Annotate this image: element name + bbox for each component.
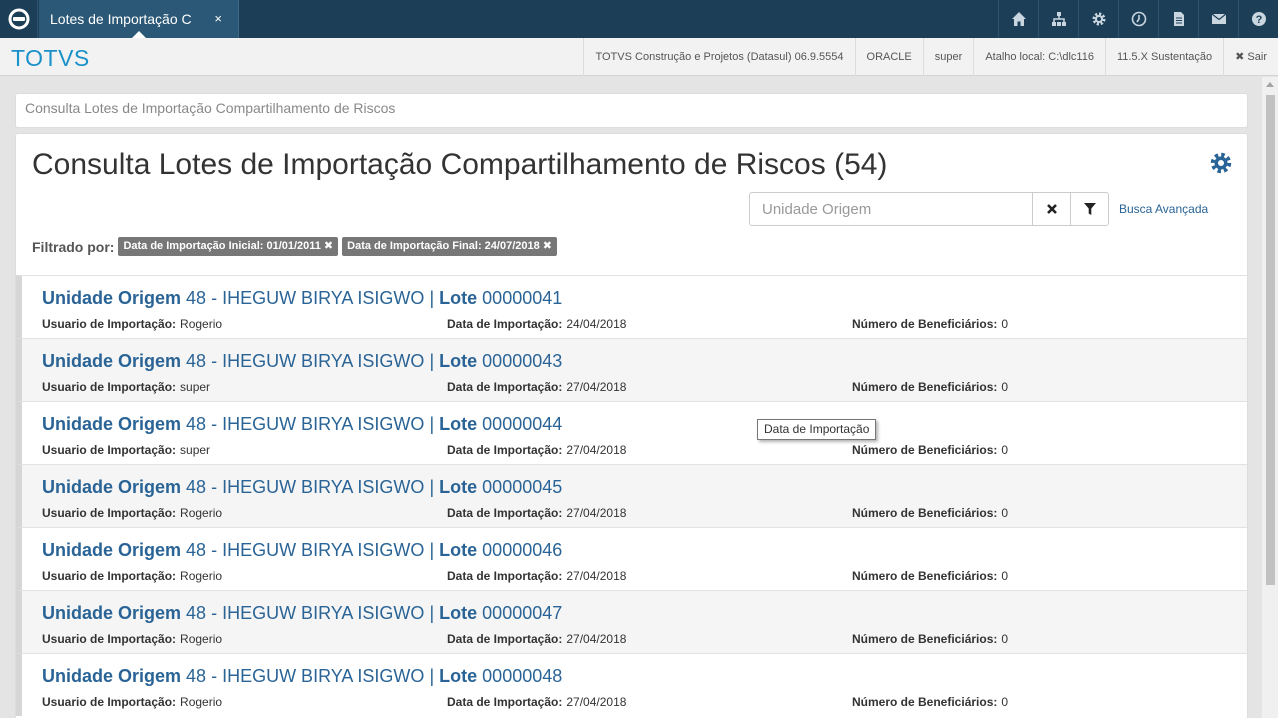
filtered-label: Filtrado por: (32, 238, 115, 255)
usuario-field: Usuario de Importação: Rogerio (42, 317, 223, 331)
data-field: Data de Importação: 27/04/2018 (447, 695, 627, 709)
page-title: Consulta Lotes de Importação Compartilha… (32, 148, 888, 181)
totvs-logo-icon[interactable] (0, 0, 38, 38)
user-name: super (922, 38, 974, 76)
list-item[interactable]: Unidade Origem 48 - IHEGUW BIRYA ISIGWO … (16, 401, 1247, 464)
list-item[interactable]: Unidade Origem 48 - IHEGUW BIRYA ISIGWO … (16, 590, 1247, 653)
scroll-up-arrow-icon[interactable] (1266, 82, 1274, 87)
vertical-scrollbar[interactable] (1262, 77, 1278, 718)
settings-icon[interactable] (1078, 0, 1118, 38)
filter-button[interactable] (1070, 193, 1108, 225)
beneficiarios-field: Número de Beneficiários: 0 (852, 506, 1009, 520)
data-field: Data de Importação: 27/04/2018 (447, 443, 627, 457)
search-input[interactable] (750, 193, 1032, 225)
home-icon[interactable] (998, 0, 1038, 38)
lot-title-link[interactable]: Unidade Origem 48 - IHEGUW BIRYA ISIGWO … (42, 351, 562, 372)
lot-title-link[interactable]: Unidade Origem 48 - IHEGUW BIRYA ISIGWO … (42, 414, 562, 435)
list-item[interactable]: Unidade Origem 48 - IHEGUW BIRYA ISIGWO … (16, 338, 1247, 401)
search-box (749, 192, 1109, 226)
filter-chip-end-date[interactable]: Data de Importação Final: 24/07/2018 ✖ (342, 237, 557, 256)
advanced-search-link[interactable]: Busca Avançada (1119, 202, 1208, 216)
main-panel: Consulta Lotes de Importação Compartilha… (15, 133, 1248, 718)
filter-bar: Filtrado por: Data de Importação Inicial… (32, 237, 561, 256)
document-icon[interactable] (1158, 0, 1198, 38)
data-field: Data de Importação: 27/04/2018 (447, 569, 627, 583)
help-icon[interactable]: ? (1238, 0, 1278, 38)
lot-title-link[interactable]: Unidade Origem 48 - IHEGUW BIRYA ISIGWO … (42, 288, 562, 309)
list-item[interactable]: Unidade Origem 48 - IHEGUW BIRYA ISIGWO … (16, 275, 1247, 338)
close-icon (1046, 204, 1057, 214)
beneficiarios-field: Número de Beneficiários: 0 (852, 569, 1009, 583)
beneficiarios-field: Número de Beneficiários: 0 (852, 632, 1009, 646)
usuario-field: Usuario de Importação: Rogerio (42, 695, 223, 709)
svg-text:?: ? (1255, 14, 1262, 26)
list-item[interactable]: Unidade Origem 48 - IHEGUW BIRYA ISIGWO … (16, 464, 1247, 527)
filter-chip-start-date[interactable]: Data de Importação Inicial: 01/01/2011 ✖ (118, 237, 339, 256)
data-field: Data de Importação: 27/04/2018 (447, 380, 627, 394)
lot-title-link[interactable]: Unidade Origem 48 - IHEGUW BIRYA ISIGWO … (42, 477, 562, 498)
clear-search-button[interactable] (1032, 193, 1070, 225)
scroll-thumb[interactable] (1266, 95, 1275, 585)
usuario-field: Usuario de Importação: Rogerio (42, 506, 223, 520)
filter-icon (1083, 202, 1096, 215)
brand-logo: TOTVS (11, 45, 90, 71)
local-shortcut: Atalho local: C:\dlc116 (973, 38, 1105, 76)
data-field: Data de Importação: 27/04/2018 (447, 632, 627, 646)
tab-close-icon[interactable]: × (214, 0, 222, 38)
tooltip: Data de Importação (757, 419, 877, 440)
remove-filter-icon[interactable]: ✖ (324, 240, 333, 252)
list-item[interactable]: Unidade Origem 48 - IHEGUW BIRYA ISIGWO … (16, 653, 1247, 716)
mail-icon[interactable] (1198, 0, 1238, 38)
data-field: Data de Importação: 24/04/2018 (447, 317, 627, 331)
beneficiarios-field: Número de Beneficiários: 0 (852, 443, 1009, 457)
breadcrumb[interactable]: Consulta Lotes de Importação Compartilha… (15, 93, 1248, 128)
tab-label: Lotes de Importação C (50, 11, 192, 27)
release-version: 11.5.X Sustentação (1104, 38, 1223, 76)
lot-title-link[interactable]: Unidade Origem 48 - IHEGUW BIRYA ISIGWO … (42, 540, 562, 561)
data-field: Data de Importação: 27/04/2018 (447, 506, 627, 520)
lots-list: Unidade Origem 48 - IHEGUW BIRYA ISIGWO … (16, 275, 1247, 716)
database-name: ORACLE (854, 38, 923, 76)
beneficiarios-field: Número de Beneficiários: 0 (852, 695, 1009, 709)
usuario-field: Usuario de Importação: super (42, 443, 211, 457)
beneficiarios-field: Número de Beneficiários: 0 (852, 380, 1009, 394)
lot-title-link[interactable]: Unidade Origem 48 - IHEGUW BIRYA ISIGWO … (42, 603, 562, 624)
top-navigation-bar: Lotes de Importação C × ? (0, 0, 1278, 38)
product-version: TOTVS Construção e Projetos (Datasul) 06… (583, 38, 854, 76)
tab-active-caret (132, 31, 146, 38)
usuario-field: Usuario de Importação: super (42, 380, 211, 394)
tab-lotes-importacao[interactable]: Lotes de Importação C × (39, 0, 239, 38)
clock-icon[interactable] (1118, 0, 1158, 38)
usuario-field: Usuario de Importação: Rogerio (42, 569, 223, 583)
info-bar: TOTVS TOTVS Construção e Projetos (Datas… (0, 38, 1278, 76)
usuario-field: Usuario de Importação: Rogerio (42, 632, 223, 646)
logout-button[interactable]: ✖ Sair (1223, 38, 1278, 76)
lot-title-link[interactable]: Unidade Origem 48 - IHEGUW BIRYA ISIGWO … (42, 666, 562, 687)
sitemap-icon[interactable] (1038, 0, 1078, 38)
beneficiarios-field: Número de Beneficiários: 0 (852, 317, 1009, 331)
list-item[interactable]: Unidade Origem 48 - IHEGUW BIRYA ISIGWO … (16, 527, 1247, 590)
remove-filter-icon[interactable]: ✖ (543, 240, 552, 252)
gear-icon[interactable] (1209, 151, 1233, 175)
